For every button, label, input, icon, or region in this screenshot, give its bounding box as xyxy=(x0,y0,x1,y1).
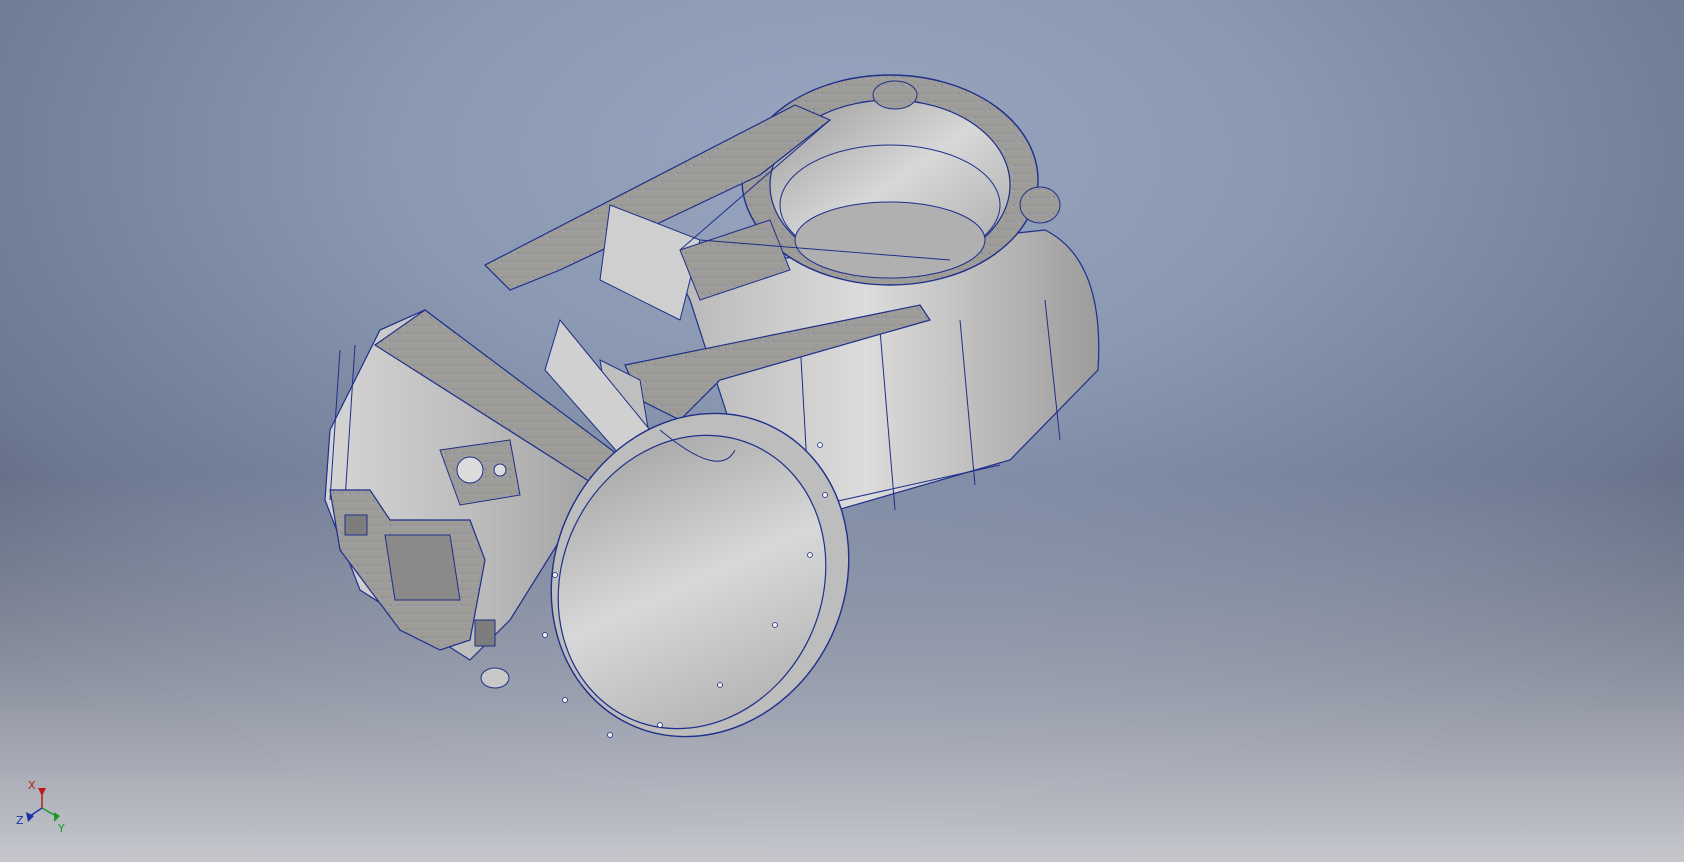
triad-y-label: Y xyxy=(57,822,65,835)
triad-z-axis xyxy=(29,807,43,817)
cad-model-housing[interactable] xyxy=(0,0,1684,862)
triad-x-label: X xyxy=(28,780,36,792)
view-triad-icon[interactable]: X Y Z xyxy=(14,780,74,840)
graphics-viewport[interactable]: X Y Z xyxy=(0,0,1684,862)
bottom-boss[interactable] xyxy=(480,667,510,689)
triad-z-label: Z xyxy=(16,814,24,827)
triad-y-axis xyxy=(41,807,57,817)
triad-y-cone xyxy=(54,812,60,822)
triad-x-cone xyxy=(38,788,46,796)
